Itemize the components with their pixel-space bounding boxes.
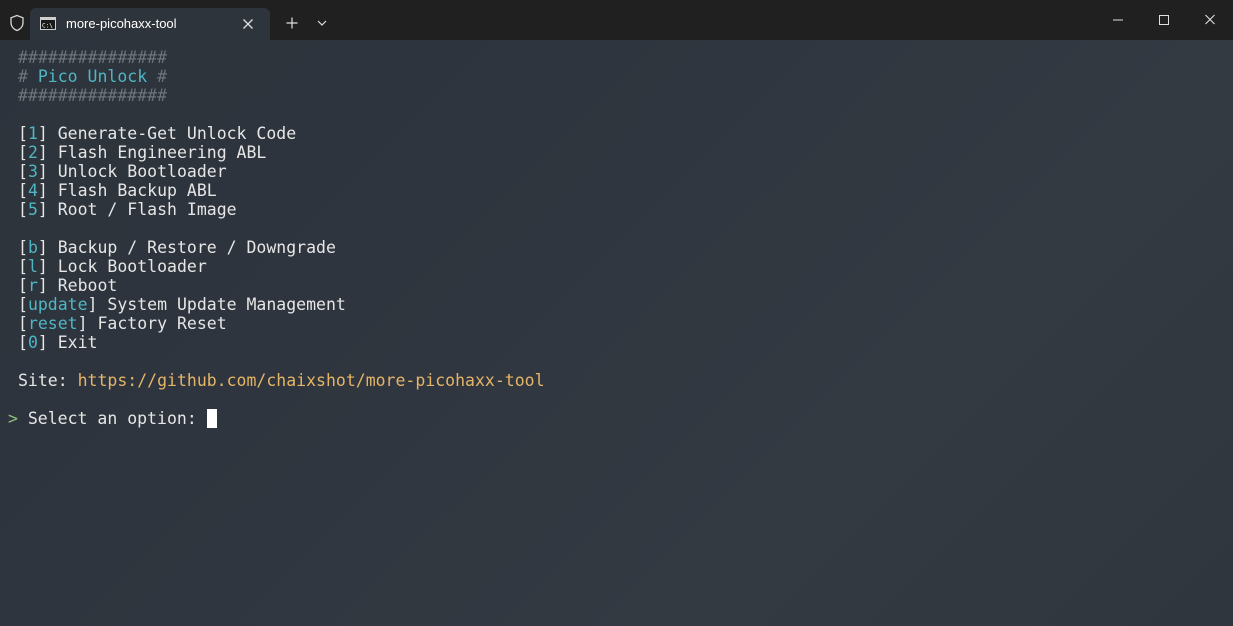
window-close-icon[interactable]: [1200, 12, 1220, 28]
terminal-icon: C:\: [40, 17, 56, 30]
text-cursor[interactable]: [206, 409, 217, 428]
close-icon[interactable]: [240, 16, 256, 32]
menu-item-2: [2] Flash Engineering ABL: [18, 143, 267, 162]
tab-more-picohaxx-tool[interactable]: C:\ more-picohaxx-tool: [30, 8, 270, 40]
site-url-link[interactable]: https://github.com/chaixshot/more-picoha…: [78, 371, 545, 390]
menu-item-1: [1] Generate-Get Unlock Code: [18, 124, 297, 143]
menu-label: System Update Management: [107, 295, 346, 314]
menu-key: 0: [27, 333, 38, 352]
menu-label: Reboot: [57, 276, 118, 295]
site-line: Site: https://github.com/chaixshot/more-…: [8, 371, 1223, 390]
header-title-line: # Pico Unlock #: [8, 67, 1223, 86]
menu-label: Backup / Restore / Downgrade: [57, 238, 336, 257]
terminal-window: C:\ more-picohaxx-tool ############### #…: [0, 0, 1233, 626]
menu-item-0: [0] Exit: [18, 333, 98, 352]
menu-label: Root / Flash Image: [57, 200, 237, 219]
header-border-bottom: ###############: [18, 86, 168, 105]
menu-label: Flash Engineering ABL: [57, 143, 267, 162]
maximize-icon[interactable]: [1154, 12, 1174, 28]
menu-label: Factory Reset: [97, 314, 227, 333]
plus-icon[interactable]: [284, 15, 300, 31]
svg-text:C:\: C:\: [42, 23, 53, 30]
menu-label: Exit: [57, 333, 98, 352]
prompt-text: Select an option:: [27, 409, 197, 428]
header-hash-right: #: [157, 67, 168, 86]
menu-item-4: [4] Flash Backup ABL: [18, 181, 217, 200]
menu-item-b: [b] Backup / Restore / Downgrade: [18, 238, 336, 257]
terminal-output[interactable]: ############### # Pico Unlock # ########…: [8, 48, 1223, 626]
menu-key: 2: [27, 143, 38, 162]
menu-key: b: [27, 238, 38, 257]
menu-item-update: [update] System Update Management: [18, 295, 346, 314]
tab-title: more-picohaxx-tool: [66, 16, 177, 31]
header-title: Pico Unlock: [37, 67, 148, 86]
header-border-top: ###############: [18, 48, 168, 67]
menu-key: l: [27, 257, 38, 276]
prompt-line[interactable]: > Select an option:: [8, 409, 1223, 428]
minimize-icon[interactable]: [1108, 12, 1128, 28]
chevron-down-icon[interactable]: [314, 15, 330, 31]
menu-item-3: [3] Unlock Bootloader: [18, 162, 227, 181]
menu-item-l: [l] Lock Bootloader: [18, 257, 207, 276]
menu-key: 4: [27, 181, 38, 200]
menu-key: reset: [27, 314, 78, 333]
menu-item-5: [5] Root / Flash Image: [18, 200, 237, 219]
title-bar: C:\ more-picohaxx-tool: [0, 0, 1233, 40]
menu-item-r: [r] Reboot: [18, 276, 118, 295]
menu-key: update: [27, 295, 88, 314]
menu-label: Unlock Bootloader: [57, 162, 227, 181]
menu-key: 5: [27, 200, 38, 219]
site-label: Site:: [18, 371, 68, 390]
menu-item-reset: [reset] Factory Reset: [18, 314, 227, 333]
menu-label: Lock Bootloader: [57, 257, 207, 276]
prompt-symbol: >: [8, 409, 18, 428]
shield-icon[interactable]: [8, 14, 26, 32]
menu-key: 1: [27, 124, 38, 143]
menu-key: 3: [27, 162, 38, 181]
header-hash-left: #: [18, 67, 28, 86]
menu-label: Generate-Get Unlock Code: [57, 124, 297, 143]
menu-key: r: [27, 276, 38, 295]
menu-label: Flash Backup ABL: [57, 181, 217, 200]
